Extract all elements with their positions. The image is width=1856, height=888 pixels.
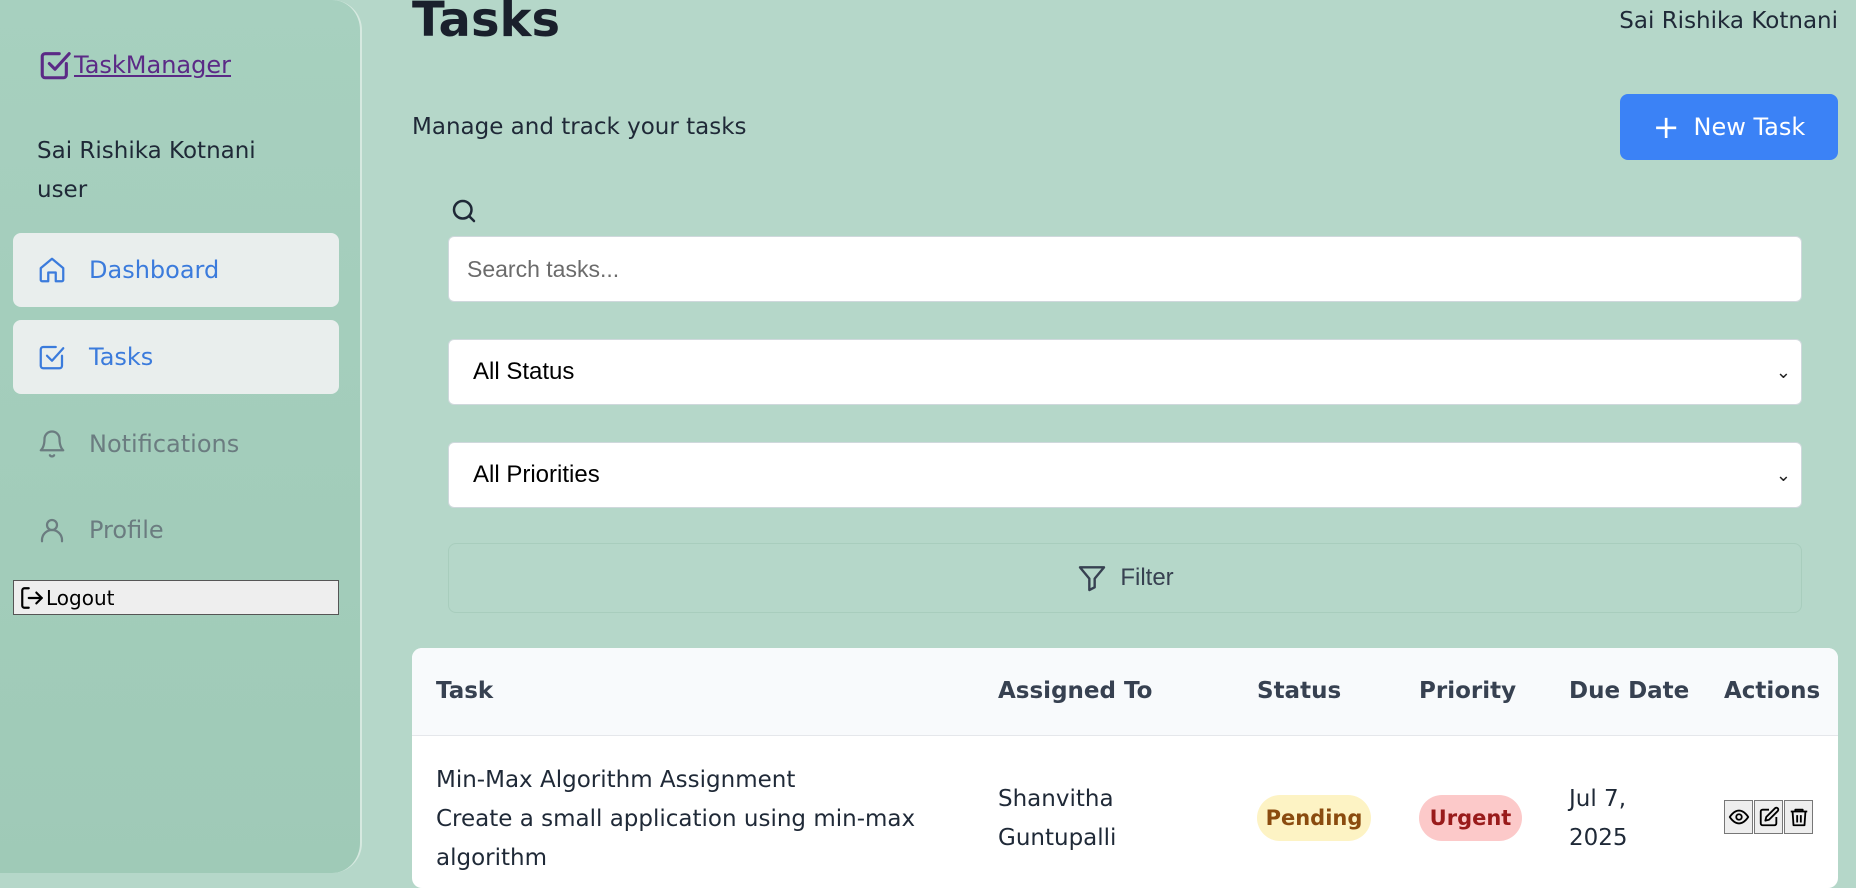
logout-icon	[21, 586, 43, 609]
priority-badge: Urgent	[1419, 795, 1522, 841]
status-badge: Pending	[1257, 795, 1371, 841]
task-title: Min-Max Algorithm Assignment	[436, 767, 796, 793]
sidebar-item-label: Dashboard	[89, 256, 220, 284]
sidebar-item-label: Tasks	[89, 343, 154, 371]
checkbox-icon	[39, 345, 65, 370]
user-icon	[40, 518, 64, 543]
priority-select-value: All Priorities	[473, 461, 600, 488]
view-task-button[interactable]	[1724, 800, 1753, 834]
sidebar-item-label: Profile	[89, 516, 164, 544]
edit-icon	[1759, 806, 1779, 827]
priority-select[interactable]: All Priorities ⌄	[448, 442, 1802, 508]
filter-label: Filter	[1120, 564, 1174, 591]
sidebar: TaskManager Sai Rishika Kotnani user Das…	[0, 0, 362, 873]
logout-button[interactable]: Logout	[13, 580, 339, 615]
new-task-button[interactable]: + New Task	[1620, 94, 1838, 160]
column-header-due-date: Due Date	[1569, 678, 1690, 704]
task-due-date: 2025	[1569, 825, 1628, 851]
sidebar-item-tasks[interactable]: Tasks	[13, 320, 339, 394]
logout-label: Logout	[46, 585, 115, 610]
task-due-date: Jul 7,	[1569, 786, 1627, 812]
filter-button[interactable]: Filter	[448, 543, 1802, 613]
status-select-value: All Status	[473, 358, 575, 385]
sidebar-user-role: user	[37, 177, 88, 203]
search-input[interactable]	[448, 236, 1802, 302]
column-header-task: Task	[436, 678, 494, 704]
task-assignee: Guntupalli	[998, 825, 1117, 851]
column-header-status: Status	[1257, 678, 1342, 704]
brand-link[interactable]: TaskManager	[74, 51, 231, 79]
delete-task-button[interactable]	[1784, 800, 1813, 834]
table-header: Task Assigned To Status Priority Due Dat…	[412, 648, 1838, 736]
column-header-assigned: Assigned To	[998, 678, 1153, 704]
sidebar-item-notifications[interactable]: Notifications	[13, 407, 339, 481]
task-assignee: Shanvitha	[998, 786, 1114, 812]
trash-icon	[1790, 808, 1807, 827]
chevron-down-icon: ⌄	[1775, 361, 1791, 382]
tasks-table: Task Assigned To Status Priority Due Dat…	[412, 648, 1838, 888]
column-header-priority: Priority	[1419, 678, 1517, 704]
search-icon	[452, 199, 476, 223]
home-icon	[39, 257, 65, 283]
page-subtitle: Manage and track your tasks	[412, 114, 747, 140]
status-select[interactable]: All Status ⌄	[448, 339, 1802, 405]
sidebar-item-profile[interactable]: Profile	[13, 493, 339, 567]
new-task-label: New Task	[1693, 113, 1806, 141]
bell-icon	[39, 430, 65, 458]
sidebar-item-dashboard[interactable]: Dashboard	[13, 233, 339, 307]
edit-task-button[interactable]	[1754, 800, 1783, 834]
plus-icon: +	[1652, 108, 1680, 146]
brand[interactable]: TaskManager	[38, 48, 231, 82]
chevron-down-icon: ⌄	[1775, 464, 1791, 485]
column-header-actions: Actions	[1724, 678, 1821, 704]
eye-icon	[1728, 809, 1749, 825]
page-title: Tasks	[412, 0, 561, 48]
task-description: Create a small application using min-max	[436, 806, 916, 832]
sidebar-item-label: Notifications	[89, 430, 240, 458]
checkbox-logo-icon	[40, 52, 71, 80]
filter-icon	[1079, 566, 1106, 592]
header-user-name: Sai Rishika Kotnani	[1619, 8, 1838, 34]
sidebar-user-name: Sai Rishika Kotnani	[37, 138, 256, 164]
task-description: algorithm	[436, 845, 548, 871]
